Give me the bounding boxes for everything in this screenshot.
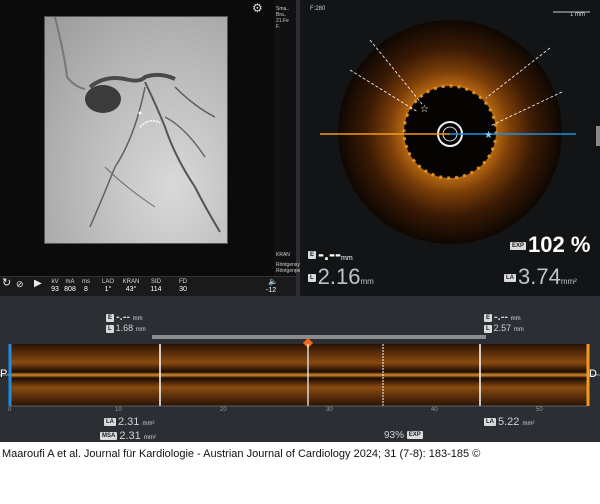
la-badge: LA: [104, 418, 116, 427]
param-ma: mA 808: [62, 279, 78, 293]
longitudinal-view: E -.-- mm L 1.68 mm E -.-- mm L 2.57 mm P D …: [0, 300, 600, 442]
param-label: LAO: [101, 279, 114, 285]
ref-la-readout: LA 5.22 mm²: [484, 416, 534, 428]
param-value: 8: [84, 286, 88, 293]
exp-badge: EXP: [406, 431, 423, 440]
star-marker: ☆: [420, 104, 429, 115]
e-badge: E: [484, 313, 493, 322]
param-ms: ms 8: [80, 279, 92, 293]
param-label: KRAN: [122, 279, 140, 285]
ref-la-value: 5.22: [498, 416, 520, 428]
star-marker: ★: [484, 130, 493, 141]
angle-readout: -12: [266, 287, 277, 294]
angio-control-bar: ↻ ⊘ ▶ kV 93 mA 808 ms 8 LAO 1° KRAN 43° SID 11…: [0, 276, 296, 296]
lumen: [404, 86, 496, 178]
left-ref-e: E -.-- mm: [106, 311, 143, 323]
l-measurement: L 2.16mm: [308, 264, 374, 290]
gear-icon[interactable]: ⚙: [252, 1, 263, 15]
left-ref-l: L 1.68 mm: [106, 323, 146, 333]
coronary-vessels: [54, 16, 221, 233]
l-value: 2.16: [317, 264, 361, 289]
la-measurement: LA 3.74mm²: [504, 264, 577, 290]
e-measurement: E -.--mm: [308, 244, 353, 265]
axis-tick: 40: [431, 407, 438, 413]
param-fd: FD 30: [176, 279, 190, 293]
param-sid: SID 114: [148, 279, 164, 293]
param-label: ms: [82, 279, 90, 285]
oct-cross-section-panel: ☆ ★ F:280 1 mm E -.--mm EXP 102 % L 2.16mm …: [300, 0, 600, 296]
param-value: 30: [179, 286, 187, 293]
left-ref-e-value: -.--: [116, 311, 131, 323]
exp-value: 102 %: [528, 232, 591, 257]
min-la-unit: mm²: [142, 421, 155, 427]
angiography-panel: ⚙ Sma.. Bra.. 21.Fe F. KRAN Röntgensys R…: [0, 0, 312, 296]
l-badge: L: [484, 324, 492, 333]
msa-readout: MSA 2.31 mm²: [100, 430, 156, 442]
reset-icon[interactable]: ⊘: [16, 280, 24, 289]
e-badge: E: [308, 251, 317, 260]
angio-info-line: F.: [276, 24, 280, 30]
exp-readout: 93% EXP: [384, 430, 425, 441]
right-ref-e-unit: mm: [510, 316, 521, 322]
param-kv: kV 93: [48, 279, 62, 293]
angiogram-image: [44, 16, 228, 244]
left-ref-l-unit: mm: [135, 327, 146, 333]
right-ref-l: L 2.57 mm: [484, 323, 524, 333]
param-label: kV: [51, 279, 59, 285]
exp-measurement: EXP 102 %: [510, 232, 590, 258]
la-badge: LA: [504, 274, 516, 283]
param-value: 1°: [104, 286, 112, 293]
speaker-icon[interactable]: 🔈: [268, 278, 278, 286]
param-lao: LAO 1°: [100, 279, 116, 293]
l-unit: mm: [360, 277, 374, 286]
citation-caption: Maaroufi A et al. Journal für Kardiologi…: [2, 448, 481, 460]
exp-badge: EXP: [510, 242, 527, 251]
msa-value: 2.31: [119, 430, 141, 442]
param-kran: KRAN 43°: [122, 279, 140, 293]
scale-label: 1 mm: [570, 12, 585, 18]
la-badge: LA: [484, 418, 496, 427]
axis-tick: 10: [115, 407, 122, 413]
axis-tick: 50: [536, 407, 543, 413]
e-value: -.--: [318, 244, 341, 264]
angio-info-line: KRAN: [276, 252, 290, 258]
frame-number: F:280: [310, 6, 326, 12]
e-badge: E: [106, 313, 115, 322]
panel-collapse-handle[interactable]: [596, 126, 600, 146]
msa-badge: MSA: [100, 432, 118, 441]
axis-tick: 0: [8, 407, 12, 413]
e-unit: mm: [341, 255, 353, 262]
l-badge: L: [308, 274, 316, 283]
l-badge: L: [106, 324, 114, 333]
left-ref-e-unit: mm: [132, 316, 143, 322]
msa-unit: mm²: [143, 435, 156, 441]
play-icon[interactable]: ▶: [34, 279, 42, 289]
right-ref-l-unit: mm: [513, 327, 524, 333]
exp-value: 93%: [384, 430, 405, 441]
loop-icon[interactable]: ↻: [2, 278, 11, 289]
proximal-label: P: [0, 368, 8, 380]
param-value: 93: [51, 286, 59, 293]
right-ref-l-value: 2.57: [493, 323, 512, 333]
ref-la-unit: mm²: [522, 421, 535, 427]
la-value: 3.74: [518, 264, 561, 289]
param-label: SID: [150, 279, 161, 285]
param-value: 114: [150, 286, 162, 293]
right-ref-e: E -.-- mm: [484, 311, 521, 323]
param-label: FD: [179, 279, 187, 285]
oct-workstation-screen: ⚙ Sma.. Bra.. 21.Fe F. KRAN Röntgensys R…: [0, 0, 600, 442]
min-la-value: 2.31: [118, 416, 140, 428]
la-unit: mm²: [560, 277, 577, 286]
left-ref-l-value: 1.68: [115, 323, 134, 333]
param-value: 43°: [125, 286, 137, 293]
right-ref-e-value: -.--: [494, 311, 509, 323]
axis-tick: 30: [326, 407, 333, 413]
min-la-readout: LA 2.31 mm²: [104, 416, 154, 428]
param-label: mA: [65, 279, 75, 285]
param-value: 808: [64, 286, 76, 293]
axis-tick: 20: [220, 407, 227, 413]
distal-label: D: [589, 368, 597, 380]
